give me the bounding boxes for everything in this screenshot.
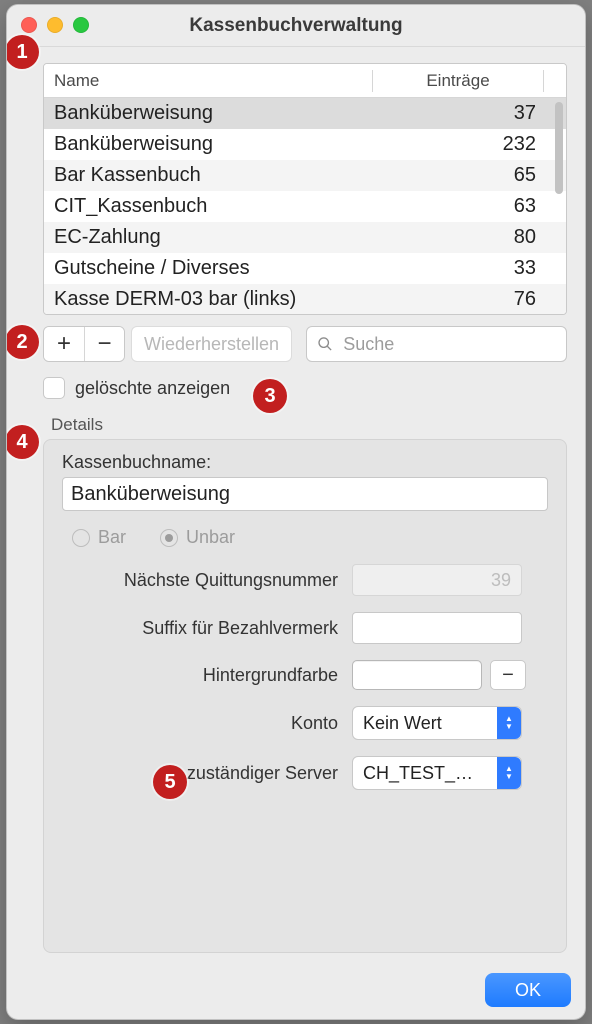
chevron-up-down-icon: ▲▼ xyxy=(497,707,521,739)
minimize-icon[interactable] xyxy=(47,17,63,33)
show-deleted-checkbox[interactable] xyxy=(43,377,65,399)
radio-unbar-label: Unbar xyxy=(186,527,235,548)
search-input[interactable] xyxy=(341,333,556,356)
search-field[interactable] xyxy=(306,326,567,362)
table-row[interactable]: Banküberweisung232 xyxy=(44,129,566,160)
close-icon[interactable] xyxy=(21,17,37,33)
table-row[interactable]: EC-Zahlung80 xyxy=(44,222,566,253)
server-label: zuständiger Server xyxy=(62,763,352,784)
window-title: Kassenbuchverwaltung xyxy=(189,15,402,37)
details-group-label: Details xyxy=(51,415,567,435)
cell-entries: 33 xyxy=(392,257,542,280)
app-window: Kassenbuchverwaltung Name Einträge Bankü… xyxy=(6,4,586,1020)
suffix-label: Suffix für Bezahlvermerk xyxy=(62,618,352,639)
table-toolbar: + − Wiederherstellen xyxy=(43,325,567,363)
add-button[interactable]: + xyxy=(44,327,84,361)
remove-button[interactable]: − xyxy=(84,327,124,361)
column-header-entries[interactable]: Einträge xyxy=(373,71,543,91)
name-label: Kassenbuchname: xyxy=(62,452,548,473)
konto-value: Kein Wert xyxy=(363,713,442,734)
show-deleted-label: gelöschte anzeigen xyxy=(75,378,230,399)
bg-color-button[interactable] xyxy=(352,660,482,690)
cell-name: EC-Zahlung xyxy=(54,226,392,249)
server-dropdown[interactable]: CH_TEST_… ▲▼ xyxy=(352,756,522,790)
annotation-badge-1: 1 xyxy=(6,35,39,69)
table-row[interactable]: Bar Kassenbuch65 xyxy=(44,160,566,191)
annotation-badge-3: 3 xyxy=(253,379,287,413)
suffix-input[interactable] xyxy=(352,612,522,644)
cell-name: CIT_Kassenbuch xyxy=(54,195,392,218)
cashbook-name-input[interactable] xyxy=(62,477,548,511)
table-row[interactable]: Kasse DERM-03 bar (links)76 xyxy=(44,284,566,315)
cell-name: Banküberweisung xyxy=(54,102,392,125)
konto-dropdown[interactable]: Kein Wert ▲▼ xyxy=(352,706,522,740)
table-row[interactable]: CIT_Kassenbuch63 xyxy=(44,191,566,222)
annotation-badge-4: 4 xyxy=(6,425,39,459)
next-number-label: Nächste Quittungsnummer xyxy=(62,570,352,591)
bg-color-label: Hintergrundfarbe xyxy=(62,665,352,686)
table-row[interactable]: Gutscheine / Diverses33 xyxy=(44,253,566,284)
cell-name: Kasse DERM-03 bar (links) xyxy=(54,288,392,311)
cell-entries: 76 xyxy=(392,288,542,311)
maximize-icon[interactable] xyxy=(73,17,89,33)
radio-bar[interactable]: Bar xyxy=(72,527,126,548)
restore-button[interactable]: Wiederherstellen xyxy=(131,326,292,362)
cell-entries: 63 xyxy=(392,195,542,218)
vertical-scrollbar[interactable] xyxy=(555,102,563,194)
cell-name: Gutscheine / Diverses xyxy=(54,257,392,280)
cashbook-table: Name Einträge Banküberweisung37Banküberw… xyxy=(43,63,567,315)
cell-entries: 65 xyxy=(392,164,542,187)
cell-name: Banküberweisung xyxy=(54,133,392,156)
ok-button[interactable]: OK xyxy=(485,973,571,1007)
radio-unbar[interactable]: Unbar xyxy=(160,527,235,548)
next-number-field xyxy=(352,564,522,596)
details-panel: Kassenbuchname: Bar Unbar Nächste Quittu… xyxy=(43,439,567,953)
konto-label: Konto xyxy=(62,713,352,734)
server-value: CH_TEST_… xyxy=(363,763,473,784)
radio-bar-label: Bar xyxy=(98,527,126,548)
annotation-badge-2: 2 xyxy=(6,325,39,359)
cell-entries: 37 xyxy=(392,102,542,125)
chevron-up-down-icon: ▲▼ xyxy=(497,757,521,789)
bg-color-clear-button[interactable]: − xyxy=(490,660,526,690)
cell-entries: 232 xyxy=(392,133,542,156)
column-header-name[interactable]: Name xyxy=(44,71,372,91)
search-icon xyxy=(317,335,333,353)
annotation-badge-5: 5 xyxy=(153,765,187,799)
cell-entries: 80 xyxy=(392,226,542,249)
titlebar: Kassenbuchverwaltung xyxy=(7,5,585,47)
cell-name: Bar Kassenbuch xyxy=(54,164,392,187)
table-row[interactable]: Banküberweisung37 xyxy=(44,98,566,129)
